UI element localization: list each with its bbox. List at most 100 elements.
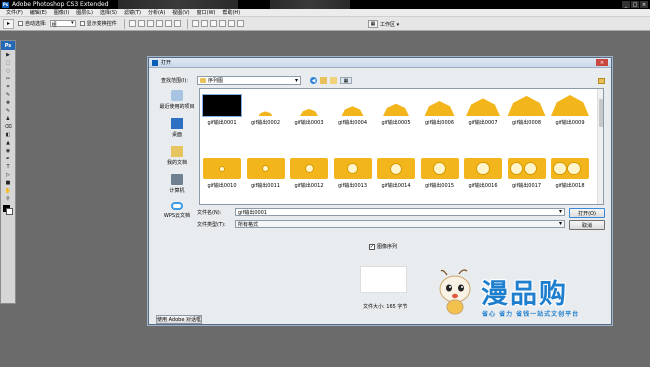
type-tool-icon[interactable]: T <box>2 163 15 170</box>
file-name: gif输出0001 <box>207 120 237 126</box>
bridge-icon[interactable]: ▦ <box>368 20 378 28</box>
show-transform-checkbox[interactable] <box>79 21 85 26</box>
menu-help[interactable]: 帮助(H) <box>222 9 240 16</box>
photoshop-icon <box>152 59 158 66</box>
distribute-left-icon[interactable] <box>218 20 226 27</box>
path-selection-tool-icon[interactable]: ▷ <box>2 171 15 178</box>
file-item[interactable]: gif输出0014 <box>376 157 416 201</box>
file-thumbnail <box>290 158 328 179</box>
distribute-right-icon[interactable] <box>236 20 244 27</box>
file-item[interactable]: gif输出0018 <box>550 157 590 201</box>
place-cloud[interactable]: WPS云文档 <box>155 200 199 228</box>
slice-tool-icon[interactable]: ⌗ <box>2 83 15 90</box>
hand-tool-icon[interactable]: ✋ <box>2 187 15 194</box>
background-color-swatch[interactable] <box>6 208 13 215</box>
move-tool-icon[interactable]: ▶ <box>2 51 15 58</box>
align-right-icon[interactable] <box>173 20 181 27</box>
menu-image[interactable]: 图像(I) <box>54 9 69 16</box>
adobe-folder-icon[interactable] <box>598 78 605 84</box>
menu-window[interactable]: 窗口(W) <box>197 9 216 16</box>
new-folder-icon[interactable] <box>330 77 337 84</box>
folder-icon <box>200 78 206 83</box>
dialog-close-button[interactable]: × <box>596 59 608 66</box>
place-recent[interactable]: 最近使用的项目 <box>155 88 199 116</box>
shape-tool-icon[interactable]: ■ <box>2 179 15 186</box>
file-item[interactable]: gif输出0004 <box>333 94 373 138</box>
file-item[interactable]: gif输出0002 <box>246 94 286 138</box>
up-folder-icon[interactable] <box>320 77 327 84</box>
thumbnail-shape <box>551 95 589 116</box>
file-item[interactable]: gif输出0015 <box>420 157 460 201</box>
distribute-bottom-icon[interactable] <box>209 20 217 27</box>
file-item[interactable]: gif输出0005 <box>376 94 416 138</box>
scrollbar-thumb[interactable] <box>599 99 603 127</box>
pen-tool-icon[interactable]: ✒ <box>2 155 15 162</box>
back-icon[interactable]: ◀ <box>310 77 317 84</box>
clone-stamp-tool-icon[interactable]: ♟ <box>2 115 15 122</box>
file-name-input[interactable]: gif输出0001 <box>235 208 565 216</box>
menu-select[interactable]: 选择(S) <box>100 9 117 16</box>
marquee-tool-icon[interactable]: ⬚ <box>2 59 15 66</box>
pencil-tool-icon[interactable]: ✎ <box>2 107 15 114</box>
file-item[interactable]: gif输出0008 <box>507 94 547 138</box>
bulb-graphic <box>261 164 270 173</box>
file-item[interactable]: gif输出0006 <box>420 94 460 138</box>
file-item[interactable]: gif输出0007 <box>463 94 503 138</box>
close-window-button[interactable]: × <box>640 1 648 8</box>
place-documents[interactable]: 我的文档 <box>155 144 199 172</box>
file-type-dropdown[interactable]: 所有格式 <box>235 220 565 228</box>
auto-select-checkbox[interactable] <box>18 21 23 26</box>
blur-tool-icon[interactable]: ▲ <box>2 139 15 146</box>
distribute-top-icon[interactable] <box>191 20 199 27</box>
file-name: gif输出0010 <box>207 183 237 189</box>
file-item[interactable]: gif输出0013 <box>333 157 373 201</box>
distribute-center-icon[interactable] <box>227 20 235 27</box>
open-button[interactable]: 打开(O) <box>569 208 605 218</box>
menu-analysis[interactable]: 分析(A) <box>148 9 165 16</box>
align-middle-icon[interactable] <box>137 20 145 27</box>
file-item[interactable]: gif输出0009 <box>550 94 590 138</box>
menu-edit[interactable]: 编辑(E) <box>30 9 47 16</box>
align-left-icon[interactable] <box>155 20 163 27</box>
menu-filter[interactable]: 滤镜(T) <box>124 9 141 16</box>
healing-tool-icon[interactable]: ✚ <box>2 99 15 106</box>
menu-layer[interactable]: 图层(L) <box>76 9 93 16</box>
image-sequence-checkbox[interactable]: ✓ <box>369 243 375 250</box>
maximize-button[interactable]: □ <box>631 1 639 8</box>
image-sequence-option[interactable]: ✓ 图像序列 <box>369 243 397 250</box>
lasso-tool-icon[interactable]: ◌ <box>2 67 15 74</box>
file-item[interactable]: gif输出0012 <box>289 157 329 201</box>
show-transform-label: 显示变换控件 <box>86 21 117 27</box>
eraser-tool-icon[interactable]: ⌫ <box>2 123 15 130</box>
crop-tool-icon[interactable]: ✂ <box>2 75 15 82</box>
distribute-middle-icon[interactable] <box>200 20 208 27</box>
look-in-dropdown[interactable]: 序列图 <box>197 76 301 85</box>
place-computer[interactable]: 计算机 <box>155 172 199 200</box>
align-center-icon[interactable] <box>164 20 172 27</box>
gradient-tool-icon[interactable]: ◧ <box>2 131 15 138</box>
documents-icon <box>171 146 183 157</box>
dodge-tool-icon[interactable]: ◉ <box>2 147 15 154</box>
file-item[interactable]: gif输出0011 <box>246 157 286 201</box>
cancel-button[interactable]: 取消 <box>569 220 605 230</box>
file-item[interactable]: gif输出0017 <box>507 157 547 201</box>
workspace-button[interactable]: 工作区 ▾ <box>380 21 399 28</box>
align-top-icon[interactable] <box>128 20 136 27</box>
file-list[interactable]: gif输出0001 gif输出0002 gif输出0003 gif输出0004 gif输… <box>199 88 604 205</box>
brush-tool-icon[interactable]: ✎ <box>2 91 15 98</box>
zoom-tool-icon[interactable]: ⚲ <box>2 195 15 202</box>
use-adobe-dialog-button[interactable]: 使用 Adobe 对话框 <box>156 315 202 324</box>
view-menu-icon[interactable]: ▦ <box>340 77 352 84</box>
file-item[interactable]: gif输出0003 <box>289 94 329 138</box>
file-item[interactable]: gif输出0016 <box>463 157 503 201</box>
menu-file[interactable]: 文件(F) <box>6 9 23 16</box>
minimize-button[interactable]: _ <box>622 1 630 8</box>
menu-view[interactable]: 视图(V) <box>172 9 189 16</box>
file-item[interactable]: gif输出0001 <box>202 94 242 138</box>
vertical-scrollbar[interactable] <box>597 89 603 204</box>
auto-select-dropdown[interactable]: 组 <box>49 20 76 28</box>
place-desktop[interactable]: 桌面 <box>155 116 199 144</box>
file-item[interactable]: gif输出0010 <box>202 157 242 201</box>
align-bottom-icon[interactable] <box>146 20 154 27</box>
move-tool-preset-icon[interactable]: ▸ <box>3 18 14 29</box>
